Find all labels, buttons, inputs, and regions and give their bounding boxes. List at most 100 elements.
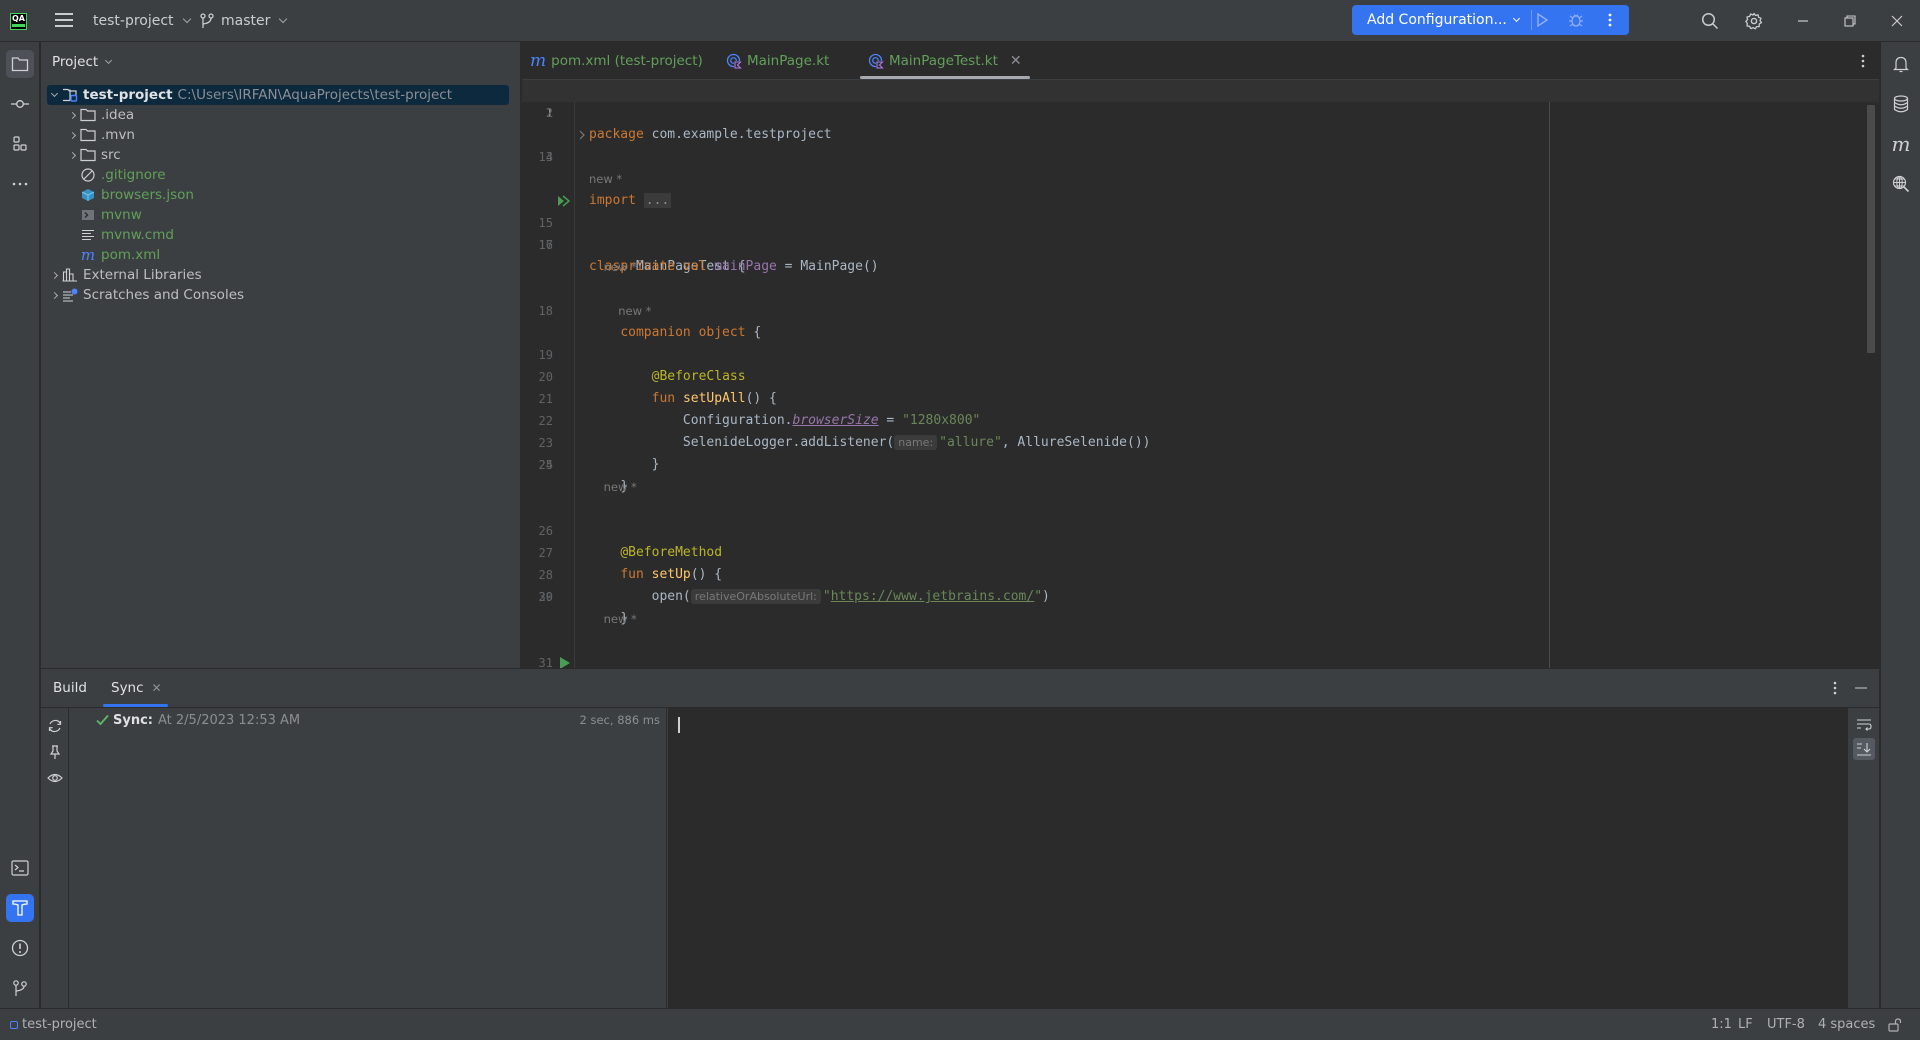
app-logo-icon[interactable]: QA xyxy=(10,13,27,30)
tab-build[interactable]: Build xyxy=(53,669,87,707)
chevron-down-icon xyxy=(182,14,191,24)
structure-tool-button[interactable] xyxy=(6,130,34,158)
tab-pom-xml[interactable]: m pom.xml (test-project) xyxy=(530,42,703,80)
project-tool-window: Project test-project C:\Users\IRFAN\Aqua… xyxy=(41,42,521,668)
fold-expand-icon[interactable] xyxy=(578,124,586,146)
bell-icon xyxy=(1892,55,1910,73)
folder-icon xyxy=(79,107,97,123)
chevron-down-icon xyxy=(279,14,288,24)
tab-options-icon[interactable] xyxy=(1855,53,1871,69)
minimize-window-icon[interactable] xyxy=(1794,12,1812,30)
folder-icon xyxy=(11,56,29,72)
terminal-tool-button[interactable] xyxy=(6,854,34,882)
project-tool-button[interactable] xyxy=(6,50,34,78)
globe-search-icon xyxy=(1892,175,1910,193)
tree-item-file[interactable]: browsers.json xyxy=(47,185,509,205)
eye-icon[interactable] xyxy=(47,770,63,786)
module-icon xyxy=(10,1020,18,1029)
chevron-right-icon[interactable] xyxy=(65,111,79,119)
pin-icon[interactable] xyxy=(47,744,63,760)
code-line: 24 } xyxy=(538,458,629,494)
run-toolbar: Add Configuration... xyxy=(1352,5,1629,35)
code-line: 21 Configuration.browserSize = "1280x800… xyxy=(538,392,981,428)
run-test-class-icon[interactable] xyxy=(557,195,571,207)
hide-panel-icon[interactable] xyxy=(1853,680,1869,696)
branch-icon xyxy=(200,13,214,29)
code-vision-hint[interactable]: new * xyxy=(522,476,1879,498)
status-bar: test-project 1:1 LF UTF-8 4 spaces xyxy=(0,1008,1920,1040)
notifications-button[interactable] xyxy=(1887,50,1915,78)
soft-wrap-icon[interactable] xyxy=(1856,717,1872,733)
more-actions-icon[interactable] xyxy=(1602,12,1618,28)
hammer-icon xyxy=(11,899,29,917)
project-tree: test-project C:\Users\IRFAN\AquaProjects… xyxy=(47,85,509,305)
status-project-breadcrumb[interactable]: test-project xyxy=(10,1009,97,1040)
tab-mainpage-kt[interactable]: MainPage.kt xyxy=(726,42,829,80)
restore-window-icon[interactable] xyxy=(1841,12,1859,30)
tree-item-folder[interactable]: .mvn xyxy=(47,125,509,145)
scroll-to-end-icon[interactable] xyxy=(1853,738,1875,760)
tree-item-libraries[interactable]: External Libraries xyxy=(47,265,509,285)
tree-item-file[interactable]: mvnw xyxy=(47,205,509,225)
build-duration: 2 sec, 886 ms xyxy=(579,713,660,727)
code-line: 2 xyxy=(545,106,553,120)
build-toolbar xyxy=(41,708,69,1009)
caret-position[interactable]: 1:1 xyxy=(1711,1009,1732,1040)
tree-item-file[interactable]: m pom.xml xyxy=(47,245,509,265)
tree-item-root[interactable]: test-project C:\Users\IRFAN\AquaProjects… xyxy=(47,85,509,105)
debug-icon[interactable] xyxy=(1568,12,1584,28)
terminal-icon xyxy=(11,860,29,876)
lock-open-icon[interactable] xyxy=(1888,1009,1902,1040)
panel-options-icon[interactable] xyxy=(1827,680,1843,696)
chevron-right-icon[interactable] xyxy=(47,271,61,279)
close-tab-icon[interactable]: ✕ xyxy=(152,681,162,695)
close-window-icon[interactable] xyxy=(1888,12,1906,30)
code-vision-hint[interactable]: new * xyxy=(522,608,1879,630)
libraries-icon xyxy=(61,267,79,283)
line-separator[interactable]: LF xyxy=(1738,1009,1753,1040)
chevron-down-icon xyxy=(105,56,113,64)
text-caret xyxy=(678,717,680,733)
project-view-selector[interactable]: Project xyxy=(52,54,113,70)
problems-tool-button[interactable] xyxy=(6,934,34,962)
chevron-right-icon[interactable] xyxy=(65,131,79,139)
branch-switcher[interactable]: master xyxy=(200,0,288,42)
code-vision-hint[interactable]: new * xyxy=(522,256,1879,278)
code-editor[interactable]: 1 1 package com.example.testproject 2 3 … xyxy=(522,80,1879,668)
settings-gear-icon[interactable] xyxy=(1745,12,1763,30)
database-icon xyxy=(1893,95,1909,113)
tab-mainpagetest-kt[interactable]: MainPageTest.kt ✕ xyxy=(860,42,1030,80)
build-entry[interactable]: Sync: At 2/5/2023 12:53 AM xyxy=(96,710,300,730)
chevron-right-icon[interactable] xyxy=(47,291,61,299)
sync-icon[interactable] xyxy=(47,718,63,734)
database-button[interactable] xyxy=(1887,90,1915,118)
tree-item-folder[interactable]: src xyxy=(47,145,509,165)
build-console-output[interactable] xyxy=(668,708,1848,1009)
tree-item-file[interactable]: .gitignore xyxy=(47,165,509,185)
git-tool-button[interactable] xyxy=(6,974,34,1002)
search-icon[interactable] xyxy=(1701,12,1719,30)
code-vision-hint[interactable]: new * xyxy=(522,168,1879,190)
web-inspector-button[interactable] xyxy=(1887,170,1915,198)
tree-item-scratches[interactable]: Scratches and Consoles xyxy=(47,285,509,305)
indent-setting[interactable]: 4 spaces xyxy=(1818,1009,1875,1040)
more-tool-windows-button[interactable] xyxy=(6,170,34,198)
run-configuration-select[interactable]: Add Configuration... xyxy=(1352,12,1520,28)
tree-item-file[interactable]: mvnw.cmd xyxy=(47,225,509,245)
chevron-down-icon[interactable] xyxy=(47,89,61,98)
main-menu-icon[interactable] xyxy=(55,13,73,28)
project-switcher[interactable]: test-project xyxy=(93,0,191,42)
tree-item-folder[interactable]: .idea xyxy=(47,105,509,125)
run-icon[interactable] xyxy=(1534,12,1550,28)
build-tool-button[interactable] xyxy=(6,894,34,922)
chevron-right-icon[interactable] xyxy=(65,151,79,159)
maven-button[interactable]: m xyxy=(1887,130,1915,158)
file-encoding[interactable]: UTF-8 xyxy=(1767,1009,1805,1040)
commit-tool-button[interactable] xyxy=(6,90,34,118)
tab-sync[interactable]: Sync ✕ xyxy=(103,669,168,707)
close-tab-icon[interactable]: ✕ xyxy=(1010,53,1022,69)
code-vision-hint[interactable]: new * xyxy=(522,300,1879,322)
run-test-icon[interactable] xyxy=(559,657,571,668)
folder-icon xyxy=(79,127,97,143)
branch-name: master xyxy=(221,13,271,29)
